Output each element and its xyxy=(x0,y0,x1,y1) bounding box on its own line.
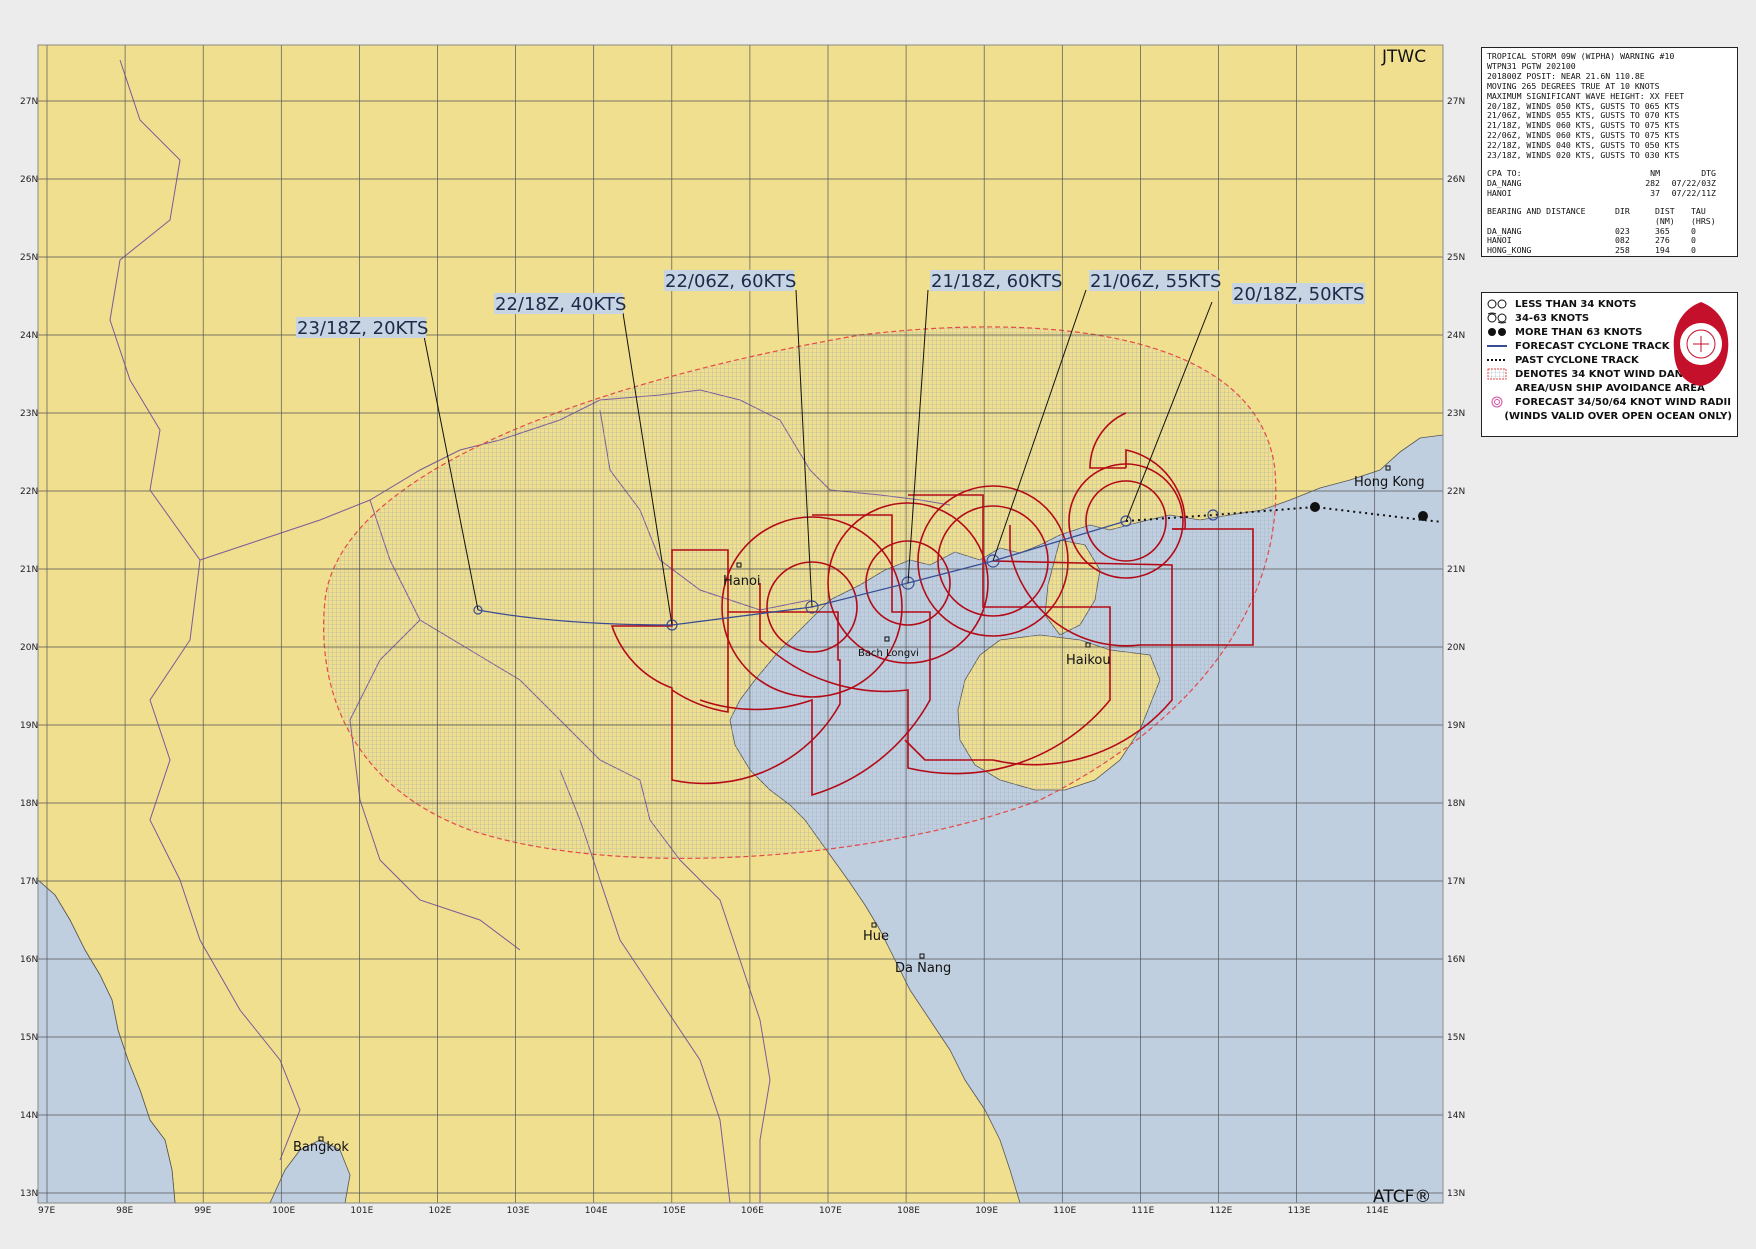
latitude-label: 24N xyxy=(1447,331,1465,341)
city-bach-longvi: Bach Longvi xyxy=(858,648,919,659)
longitude-label: 107E xyxy=(819,1206,842,1216)
latitude-labels-right: 27N 26N 25N 24N 23N 22N 21N 20N 19N 18N 17N 16N 15N 1… xyxy=(1447,97,1465,1199)
forecast-label-2118z: 21/18Z, 60KTS xyxy=(930,270,1062,292)
longitude-label: 106E xyxy=(741,1206,764,1216)
latitude-label: 27N xyxy=(20,97,38,107)
svg-text:23/18Z, 20KTS: 23/18Z, 20KTS xyxy=(297,318,428,339)
past-track-icon xyxy=(1487,354,1515,366)
forecast-line: 23/18Z, WINDS 020 KTS, GUSTS TO 030 KTS xyxy=(1487,150,1680,161)
longitude-labels: 97E 98E 99E 100E 101E 102E 103E 104E 105E 106E 107… xyxy=(38,1206,1389,1216)
latitude-label: 14N xyxy=(20,1111,38,1121)
city-da-nang: Da Nang xyxy=(895,961,951,976)
legend-item: FORECAST 34/50/64 KNOT WIND RADII xyxy=(1487,395,1732,409)
longitude-label: 103E xyxy=(507,1206,530,1216)
forecast-label-2218z: 22/18Z, 40KTS xyxy=(494,293,626,315)
longitude-label: 110E xyxy=(1053,1206,1076,1216)
svg-text:21/06Z, 55KTS: 21/06Z, 55KTS xyxy=(1090,271,1221,292)
legend-item: (WINDS VALID OVER OPEN OCEAN ONLY) xyxy=(1504,410,1732,422)
latitude-label: 15N xyxy=(20,1033,38,1043)
longitude-label: 104E xyxy=(585,1206,608,1216)
latitude-label: 23N xyxy=(1447,409,1465,419)
city-hong-kong: Hong Kong xyxy=(1354,475,1425,490)
atcf-logo: ATCF® xyxy=(1373,1187,1431,1207)
longitude-label: 114E xyxy=(1366,1206,1389,1216)
svg-text:21/18Z, 60KTS: 21/18Z, 60KTS xyxy=(931,271,1062,292)
latitude-label: 22N xyxy=(20,487,38,497)
bearing-row: HONG_KONG 258 194 0 xyxy=(1487,245,1696,256)
svg-text:22/18Z, 40KTS: 22/18Z, 40KTS xyxy=(495,294,626,315)
longitude-label: 101E xyxy=(350,1206,373,1216)
longitude-label: 112E xyxy=(1210,1206,1233,1216)
latitude-label: 16N xyxy=(1447,955,1465,965)
longitude-label: 111E xyxy=(1131,1206,1154,1216)
latitude-label: 22N xyxy=(1447,487,1465,497)
latitude-label: 25N xyxy=(1447,253,1465,263)
forecast-label-2206z: 22/06Z, 60KTS xyxy=(664,270,796,292)
city-hue: Hue xyxy=(863,929,889,944)
latitude-label: 27N xyxy=(1447,97,1465,107)
latitude-label: 21N xyxy=(1447,565,1465,575)
latitude-label: 13N xyxy=(1447,1189,1465,1199)
forecast-track-icon xyxy=(1487,340,1515,352)
latitude-label: 15N xyxy=(1447,1033,1465,1043)
latitude-label: 18N xyxy=(20,799,38,809)
latitude-label: 23N xyxy=(20,409,38,419)
city-haikou: Haikou xyxy=(1066,653,1111,668)
open-circle-icon xyxy=(1487,298,1515,310)
storm-outline-icon xyxy=(1487,312,1515,324)
filled-typhoon-icon xyxy=(1487,326,1515,338)
latitude-label: 26N xyxy=(1447,175,1465,185)
latitude-label: 19N xyxy=(1447,721,1465,731)
latitude-label: 16N xyxy=(20,955,38,965)
forecast-label-2106z: 21/06Z, 55KTS xyxy=(1089,270,1221,292)
latitude-label: 17N xyxy=(20,877,38,887)
latitude-label: 20N xyxy=(1447,643,1465,653)
longitude-label: 100E xyxy=(272,1206,295,1216)
past-typhoon-icon-1 xyxy=(1310,502,1320,512)
latitude-label: 20N xyxy=(20,643,38,653)
longitude-label: 109E xyxy=(975,1206,998,1216)
forecast-label-2318z: 23/18Z, 20KTS xyxy=(296,317,428,339)
longitude-label: 108E xyxy=(897,1206,920,1216)
latitude-label: 25N xyxy=(20,253,38,263)
bearing-subheader: (NM) (HRS) xyxy=(1655,215,1716,226)
svg-text:22/06Z, 60KTS: 22/06Z, 60KTS xyxy=(665,271,796,292)
longitude-label: 113E xyxy=(1288,1206,1311,1216)
city-hanoi: Hanoi xyxy=(723,574,761,589)
cpa-row: HANOI 37 07/22/11Z xyxy=(1487,187,1716,198)
latitude-label: 24N xyxy=(20,331,38,341)
longitude-label: 99E xyxy=(194,1206,211,1216)
latitude-label: 18N xyxy=(1447,799,1465,809)
jtwc-seal-logo xyxy=(1673,302,1729,386)
wind-radii-icon xyxy=(1487,396,1515,408)
svg-text:20/18Z, 50KTS: 20/18Z, 50KTS xyxy=(1233,284,1364,305)
forecast-label-2018z: 20/18Z, 50KTS xyxy=(1232,283,1365,305)
latitude-label: 19N xyxy=(20,721,38,731)
latitude-labels-left: 27N 26N 25N 24N 23N 22N 21N 20N 19N 18N 17N 16N 15N 1… xyxy=(20,97,38,1199)
longitude-label: 98E xyxy=(116,1206,133,1216)
past-typhoon-icon-2 xyxy=(1418,511,1428,521)
latitude-label: 21N xyxy=(20,565,38,575)
longitude-label: 97E xyxy=(38,1206,55,1216)
city-bangkok: Bangkok xyxy=(293,1140,349,1155)
latitude-label: 13N xyxy=(20,1189,38,1199)
agency-label: JTWC xyxy=(1381,47,1426,67)
latitude-label: 17N xyxy=(1447,877,1465,887)
warning-info-panel: TROPICAL STORM 09W (WIPHA) WARNING #10 W… xyxy=(1481,47,1738,257)
longitude-label: 105E xyxy=(663,1206,686,1216)
danger-area-icon xyxy=(1487,368,1515,380)
latitude-label: 14N xyxy=(1447,1111,1465,1121)
longitude-label: 102E xyxy=(429,1206,452,1216)
latitude-label: 26N xyxy=(20,175,38,185)
